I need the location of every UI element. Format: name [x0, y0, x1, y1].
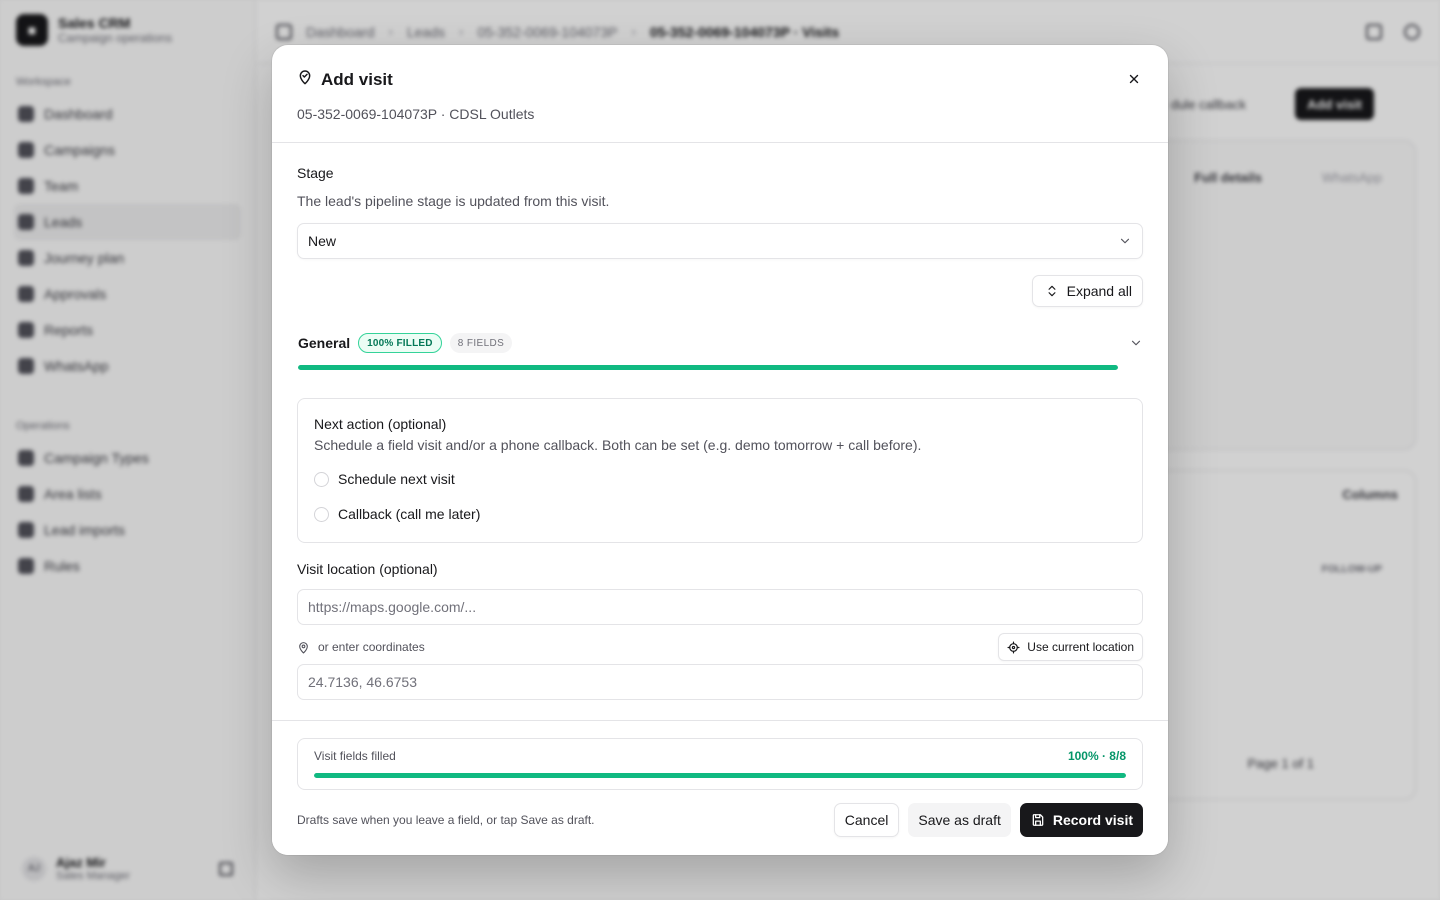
schedule-next-visit-option[interactable]: Schedule next visit: [314, 470, 1126, 488]
stage-select[interactable]: New: [297, 223, 1143, 259]
chevron-down-icon[interactable]: [1129, 336, 1143, 350]
map-pin-check-icon: [297, 69, 313, 90]
fields-count-badge: 8 FIELDS: [449, 333, 513, 353]
general-progress-fill: [298, 365, 1118, 370]
use-current-location-label: Use current location: [1027, 640, 1134, 654]
chevron-down-icon: [1120, 238, 1130, 244]
stage-select-value: New: [308, 233, 337, 249]
next-action-title: Next action (optional): [314, 416, 447, 432]
close-icon: [1129, 74, 1139, 84]
fields-filled-card: Visit fields filled 100% · 8/8: [297, 738, 1143, 790]
close-button[interactable]: [1124, 69, 1144, 89]
save-icon: [1032, 814, 1044, 826]
fields-filled-progress-bar: [314, 773, 1126, 778]
coords-hint-text: or enter coordinates: [318, 640, 425, 654]
general-section-title: General: [298, 335, 351, 351]
chevrons-up-down-icon: [1048, 285, 1056, 297]
dialog-header: Add visit 05-352-0069-104073P · CDSL Out…: [272, 45, 1168, 143]
map-pin-icon: [299, 641, 308, 653]
coords-hint: or enter coordinates: [297, 640, 425, 654]
draft-note: Drafts save when you leave a field, or t…: [297, 813, 595, 827]
next-action-description: Schedule a field visit and/or a phone ca…: [314, 437, 922, 453]
dialog-subtitle: 05-352-0069-104073P · CDSL Outlets: [297, 106, 535, 122]
dialog-body: Stage The lead's pipeline stage is updat…: [272, 143, 1168, 720]
coordinates-input[interactable]: [297, 664, 1143, 700]
dialog-title: Add visit: [321, 69, 393, 89]
stage-hint: The lead's pipeline stage is updated fro…: [297, 193, 610, 209]
crosshair-icon: [1007, 640, 1020, 654]
next-action-card: Next action (optional) Schedule a field …: [297, 398, 1143, 543]
option-label: Callback (call me later): [338, 506, 481, 522]
stage-label: Stage: [297, 165, 334, 181]
visit-location-label: Visit location (optional): [297, 561, 438, 577]
fields-filled-count: 100% · 8/8: [1067, 749, 1126, 763]
filled-badge: 100% FILLED: [358, 333, 442, 353]
expand-all-button[interactable]: Expand all: [1031, 275, 1143, 307]
option-label: Schedule next visit: [338, 471, 455, 487]
callback-checkbox[interactable]: [314, 506, 329, 522]
callback-option[interactable]: Callback (call me later): [314, 505, 1126, 523]
cancel-button[interactable]: Cancel: [833, 803, 900, 837]
maps-url-input[interactable]: [297, 589, 1143, 625]
fields-filled-label: Visit fields filled: [314, 749, 396, 763]
general-progress-bar: [298, 365, 1118, 370]
use-current-location-button[interactable]: Use current location: [998, 633, 1143, 661]
add-visit-dialog: Add visit 05-352-0069-104073P · CDSL Out…: [272, 45, 1168, 855]
record-visit-label: Record visit: [1052, 812, 1133, 828]
dialog-footer: Visit fields filled 100% · 8/8 Drafts sa…: [272, 720, 1168, 855]
record-visit-button[interactable]: Record visit: [1019, 803, 1143, 837]
general-section-header[interactable]: General 100% FILLED 8 FIELDS: [297, 332, 1143, 354]
schedule-next-visit-checkbox[interactable]: [314, 471, 329, 487]
save-draft-button[interactable]: Save as draft: [908, 803, 1011, 837]
expand-all-label: Expand all: [1066, 283, 1132, 299]
fields-filled-progress-fill: [314, 773, 1126, 778]
